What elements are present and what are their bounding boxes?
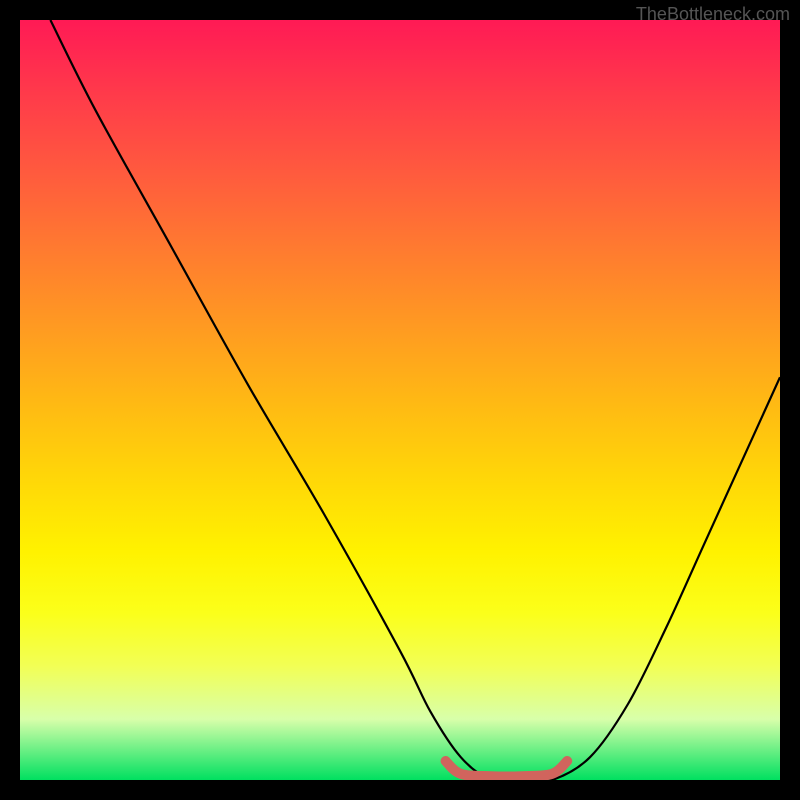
chart-container: TheBottleneck.com: [0, 0, 800, 800]
watermark-text: TheBottleneck.com: [636, 4, 790, 25]
optimal-band-line: [446, 761, 568, 777]
chart-svg: [20, 20, 780, 780]
plot-area: [20, 20, 780, 780]
curve-line: [50, 20, 780, 780]
